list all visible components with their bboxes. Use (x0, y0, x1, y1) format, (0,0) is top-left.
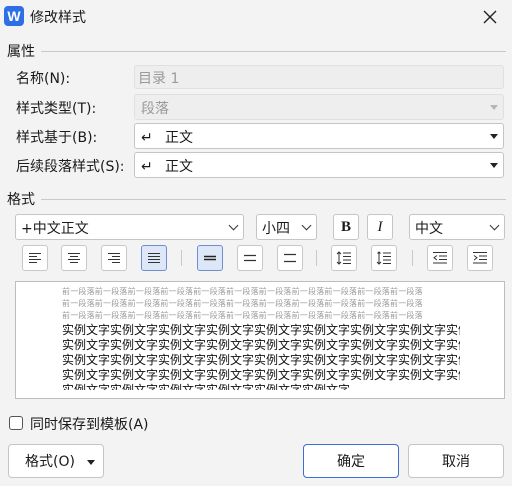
chevron-down-icon (228, 220, 239, 231)
decrease-indent-icon (433, 252, 447, 264)
close-icon (483, 10, 497, 24)
preview-previous-paragraph-line: 前一段落前一段落前一段落前一段落前一段落前一段落前一段落前一段落前一段落前一段落… (62, 299, 423, 308)
style-type-dropdown: 段落 (134, 94, 504, 120)
format-divider (41, 199, 506, 200)
paragraph-mark-icon: ↵ (141, 130, 153, 146)
align-left-button[interactable] (22, 245, 48, 271)
increase-indent-icon (473, 252, 487, 264)
preview-previous-paragraph-line: 前一段落前一段落前一段落前一段落前一段落前一段落前一段落前一段落前一段落前一段落… (62, 311, 423, 320)
ok-button[interactable]: 确定 (303, 444, 399, 478)
style-preview: 前一段落前一段落前一段落前一段落前一段落前一段落前一段落前一段落前一段落前一段落… (15, 281, 505, 399)
justify-button[interactable] (141, 245, 167, 271)
chevron-down-icon (489, 220, 500, 231)
single-spacing-icon (204, 255, 216, 261)
single-spacing-button[interactable] (197, 245, 223, 271)
one-half-spacing-button[interactable] (237, 245, 263, 271)
align-left-icon (29, 253, 41, 263)
decrease-indent-button[interactable] (427, 245, 453, 271)
name-label: 名称(N): (16, 71, 71, 87)
style-type-value: 段落 (141, 101, 169, 117)
increase-indent-button[interactable] (467, 245, 493, 271)
italic-button[interactable]: I (367, 214, 393, 240)
bold-icon: B (340, 218, 351, 235)
format-menu-button[interactable]: 格式(O) (8, 444, 104, 478)
preview-sample-line: 实例文字实例文字实例文字实例文字实例文字实例文字实例文字实例文字实例文字实例文字… (62, 338, 460, 352)
caret-down-icon (87, 460, 95, 465)
next-style-dropdown[interactable]: ↵ 正文 (134, 152, 504, 178)
wps-writer-icon: W (4, 6, 24, 26)
double-spacing-icon (284, 253, 296, 263)
based-on-label: 样式基于(B): (16, 130, 98, 146)
decrease-paragraph-spacing-button[interactable] (331, 245, 357, 271)
based-on-dropdown[interactable]: ↵ 正文 (134, 123, 504, 149)
paragraph-spacing-increase-icon (376, 251, 391, 265)
dropdown-arrow-icon (490, 105, 498, 110)
one-half-spacing-icon (244, 254, 256, 262)
save-to-template-checkbox[interactable] (9, 416, 23, 430)
font-size-combo[interactable]: 小四 (256, 214, 317, 240)
script-combo[interactable]: 中文 (409, 214, 505, 240)
save-to-template-label[interactable]: 同时保存到模板(A) (30, 414, 149, 434)
paragraph-spacing-decrease-icon (336, 251, 351, 265)
format-section-label: 格式 (7, 192, 35, 208)
toolbar-separator (181, 250, 182, 266)
paragraph-mark-icon: ↵ (141, 159, 153, 175)
align-right-button[interactable] (101, 245, 127, 271)
dropdown-arrow-icon (490, 134, 498, 139)
properties-section-label: 属性 (7, 44, 35, 60)
increase-paragraph-spacing-button[interactable] (371, 245, 397, 271)
font-name-value: +中文正文 (21, 221, 89, 237)
align-center-button[interactable] (61, 245, 87, 271)
toolbar-separator (316, 250, 317, 266)
align-right-icon (108, 253, 120, 263)
double-spacing-button[interactable] (277, 245, 303, 271)
align-center-icon (68, 253, 80, 263)
preview-sample-line: 实例文字实例文字实例文字实例文字实例文字实例文字实例文字实例文字实例文字实例文字… (62, 323, 460, 337)
name-field: 目录 1 (134, 65, 504, 89)
cancel-button[interactable]: 取消 (408, 444, 504, 478)
italic-icon: I (377, 218, 383, 235)
next-style-value: 正文 (165, 159, 193, 175)
justify-icon (148, 253, 160, 263)
preview-sample-line: 实例文字实例文字实例文字实例文字实例文字实例文字 (62, 383, 351, 390)
bold-button[interactable]: B (333, 214, 359, 240)
toolbar-separator (412, 250, 413, 266)
based-on-value: 正文 (165, 130, 193, 146)
font-size-value: 小四 (262, 221, 290, 237)
close-button[interactable] (476, 3, 504, 31)
script-value: 中文 (415, 221, 443, 237)
font-name-combo[interactable]: +中文正文 (15, 214, 244, 240)
properties-divider (41, 51, 506, 52)
chevron-down-icon (301, 220, 312, 231)
preview-previous-paragraph-line: 前一段落前一段落前一段落前一段落前一段落前一段落前一段落前一段落前一段落前一段落… (62, 287, 423, 296)
dialog-title: 修改样式 (30, 10, 86, 26)
dropdown-arrow-icon (490, 163, 498, 168)
next-style-label: 后续段落样式(S): (16, 159, 125, 175)
title-bar: W 修改样式 (0, 0, 512, 34)
preview-sample-line: 实例文字实例文字实例文字实例文字实例文字实例文字实例文字实例文字实例文字实例文字… (62, 368, 460, 382)
preview-sample-line: 实例文字实例文字实例文字实例文字实例文字实例文字实例文字实例文字实例文字实例文字… (62, 353, 460, 367)
format-menu-label: 格式(O) (25, 454, 75, 470)
style-type-label: 样式类型(T): (16, 101, 97, 117)
